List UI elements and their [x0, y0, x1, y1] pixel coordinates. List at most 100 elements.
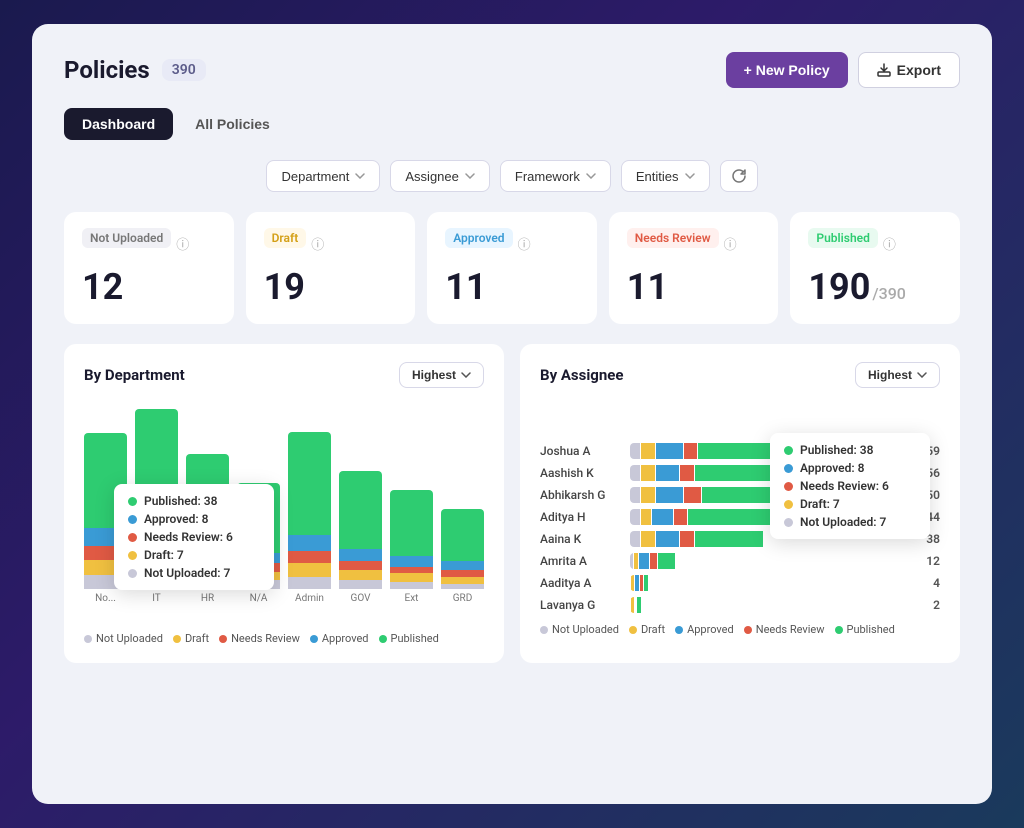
bar-segment	[390, 556, 433, 566]
legend-published: Published	[379, 632, 439, 645]
bar-label: HR	[201, 593, 214, 604]
assignee-bar-segment	[658, 553, 675, 569]
stat-value: 12	[82, 266, 216, 308]
chevron-down-icon	[586, 173, 596, 179]
assignee-count: 4	[916, 576, 940, 590]
info-icon[interactable]: ⓘ	[311, 234, 324, 253]
bar-group: Ext	[390, 404, 433, 604]
bar-segment	[390, 573, 433, 582]
legend-draft: Draft	[629, 623, 665, 636]
assignee-bar-segment	[641, 465, 655, 481]
legend-draft: Draft	[173, 632, 209, 645]
by-department-chart: By Department Highest No...ITHRN/AAdminG…	[64, 344, 504, 663]
tooltip-item-draft: Draft: 7	[784, 497, 916, 511]
bar-segment	[288, 432, 331, 536]
bar-segment	[390, 567, 433, 574]
chevron-down-icon	[685, 173, 695, 179]
department-sort-button[interactable]: Highest	[399, 362, 484, 388]
legend-dot	[84, 635, 92, 643]
bar-label: GOV	[351, 593, 371, 604]
legend-dot	[173, 635, 181, 643]
assignee-bar-segment	[674, 509, 688, 525]
stacked-bar	[339, 471, 382, 589]
stat-value: 11	[627, 266, 761, 308]
assignee-bar-segment	[630, 531, 640, 547]
legend-needs-review: Needs Review	[219, 632, 300, 645]
assignee-tooltip: Published: 38 Approved: 8 Needs Review: …	[770, 433, 930, 539]
tab-all-policies[interactable]: All Policies	[177, 108, 288, 140]
bar-segment	[441, 509, 484, 561]
assignee-bar-segment	[684, 487, 701, 503]
assignee-bar-segment	[631, 597, 634, 613]
stats-row: Not Uploaded ⓘ 12 Draft ⓘ 19 Approved ⓘ …	[64, 212, 960, 324]
assignee-bar	[630, 575, 906, 591]
assignee-name: Abhikarsh G	[540, 488, 620, 502]
legend-dot	[219, 635, 227, 643]
legend-dot	[835, 626, 843, 634]
header: Policies 390 + New Policy Export	[64, 52, 960, 88]
assignee-bar-segment	[656, 443, 683, 459]
assignee-bar-segment	[656, 487, 683, 503]
stat-not-uploaded: Not Uploaded ⓘ 12	[64, 212, 234, 324]
tooltip-dot	[784, 500, 793, 509]
info-icon[interactable]: ⓘ	[176, 234, 189, 253]
chart-legend: Not Uploaded Draft Needs Review Approved…	[84, 632, 484, 645]
assignee-sort-button[interactable]: Highest	[855, 362, 940, 388]
refresh-button[interactable]	[720, 160, 758, 192]
filter-entities[interactable]: Entities	[621, 160, 710, 192]
bar-chart-container: No...ITHRN/AAdminGOVExtGRD Published: 38…	[84, 404, 484, 624]
stat-label: Published	[808, 228, 877, 248]
filter-framework[interactable]: Framework	[500, 160, 611, 192]
bar-label: Admin	[295, 593, 324, 604]
assignee-bar-segment	[644, 575, 647, 591]
bar-segment	[339, 549, 382, 561]
bar-label: N/A	[250, 593, 268, 604]
bar-segment	[288, 551, 331, 563]
info-icon[interactable]: ⓘ	[883, 234, 896, 253]
tooltip-dot	[128, 533, 137, 542]
info-icon[interactable]: ⓘ	[518, 234, 531, 253]
tooltip-dot	[784, 482, 793, 491]
info-icon[interactable]: ⓘ	[724, 234, 737, 253]
chevron-down-icon	[461, 372, 471, 378]
chart-title: By Assignee	[540, 366, 624, 384]
assignee-row: Aaditya A4	[540, 575, 940, 591]
assignee-bar-segment	[680, 465, 694, 481]
bar-segment	[288, 577, 331, 589]
filter-department[interactable]: Department	[266, 160, 380, 192]
bar-group: GRD	[441, 404, 484, 604]
assignee-bar-segment	[641, 487, 655, 503]
tooltip-item-draft: Draft: 7	[128, 548, 260, 562]
bar-group: Admin	[288, 404, 331, 604]
legend-dot	[540, 626, 548, 634]
new-policy-button[interactable]: + New Policy	[726, 52, 848, 88]
tooltip-dot	[784, 464, 793, 473]
tooltip-item-published: Published: 38	[128, 494, 260, 508]
export-icon	[877, 63, 891, 77]
stacked-bar	[390, 490, 433, 589]
assignee-bar-segment	[656, 531, 680, 547]
legend-approved: Approved	[310, 632, 369, 645]
stat-draft: Draft ⓘ 19	[246, 212, 416, 324]
tab-dashboard[interactable]: Dashboard	[64, 108, 173, 140]
bar-label: No...	[95, 593, 116, 604]
bar-segment	[441, 584, 484, 589]
assignee-bar	[630, 553, 906, 569]
tooltip-item-approved: Approved: 8	[128, 512, 260, 526]
export-button[interactable]: Export	[858, 52, 960, 88]
assignee-bar-segment	[652, 509, 672, 525]
policy-count-badge: 390	[162, 59, 206, 81]
assignee-bar-segment	[631, 575, 634, 591]
stat-approved: Approved ⓘ 11	[427, 212, 597, 324]
chart-title: By Department	[84, 366, 185, 384]
bar-segment	[441, 561, 484, 570]
bar-segment	[339, 570, 382, 580]
assignee-bar-segment	[630, 465, 640, 481]
chevron-down-icon	[355, 173, 365, 179]
filter-assignee[interactable]: Assignee	[390, 160, 489, 192]
bar-segment	[288, 535, 331, 551]
header-right: + New Policy Export	[726, 52, 960, 88]
chart-header: By Assignee Highest	[540, 362, 940, 388]
tooltip-item-published: Published: 38	[784, 443, 916, 457]
bar-group: GOV	[339, 404, 382, 604]
